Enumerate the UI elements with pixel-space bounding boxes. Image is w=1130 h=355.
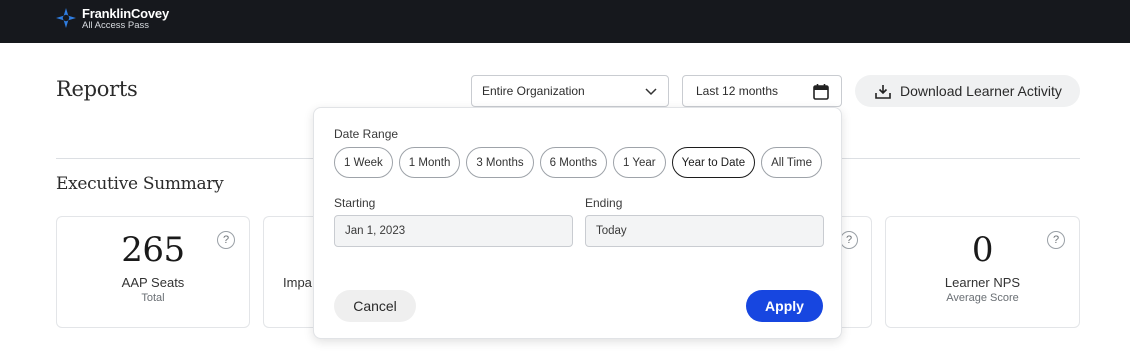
date-range-label: Date Range	[334, 127, 399, 141]
starting-label: Starting	[334, 196, 376, 210]
download-button-label: Download Learner Activity	[900, 83, 1062, 99]
apply-button[interactable]: Apply	[746, 290, 823, 322]
chip-3-months[interactable]: 3 Months	[466, 147, 534, 178]
date-range-chips: 1 Week 1 Month 3 Months 6 Months 1 Year …	[334, 147, 828, 178]
chip-year-to-date[interactable]: Year to Date	[671, 147, 756, 178]
metric-sublabel: Total	[141, 292, 165, 304]
chip-1-week[interactable]: 1 Week	[334, 147, 393, 178]
metric-value: 0	[971, 230, 994, 270]
brand-name: FranklinCovey	[82, 6, 169, 21]
metric-label: AAP Seats	[121, 275, 185, 290]
date-range-popover: Date Range 1 Week 1 Month 3 Months 6 Mon…	[313, 107, 842, 339]
date-range-value: Last 12 months	[696, 84, 779, 98]
ending-date-input[interactable]: Today	[585, 215, 824, 247]
organization-select[interactable]: Entire Organization	[471, 75, 669, 107]
calendar-icon[interactable]	[813, 83, 829, 100]
date-range-field[interactable]: Last 12 months	[682, 75, 842, 107]
franklincovey-logo-icon	[56, 8, 76, 28]
section-title: Executive Summary	[56, 174, 224, 194]
download-icon	[875, 84, 891, 99]
metric-label: Learner NPS	[944, 275, 1021, 290]
metric-card-aap-seats: ? 265 AAP Seats Total	[56, 216, 250, 328]
chip-1-year[interactable]: 1 Year	[612, 147, 666, 178]
organization-select-value: Entire Organization	[482, 84, 585, 98]
starting-date-input[interactable]: Jan 1, 2023	[334, 215, 573, 247]
chip-all-time[interactable]: All Time	[761, 147, 823, 178]
brand-subtitle: All Access Pass	[82, 20, 150, 31]
ending-label: Ending	[585, 196, 623, 210]
help-icon[interactable]: ?	[840, 231, 858, 249]
chip-1-month[interactable]: 1 Month	[398, 147, 461, 178]
metric-card-learner-nps: ? 0 Learner NPS Average Score	[885, 216, 1080, 328]
brand-logo[interactable]: FranklinCovey All Access Pass	[56, 7, 169, 31]
chip-6-months[interactable]: 6 Months	[539, 147, 607, 178]
top-bar: FranklinCovey All Access Pass	[0, 0, 1130, 43]
page-title: Reports	[56, 77, 138, 101]
metric-sublabel: Average Score	[946, 292, 1019, 304]
metric-value: 265	[121, 230, 185, 270]
cancel-button[interactable]: Cancel	[334, 290, 416, 322]
metric-label: Impa	[283, 275, 312, 290]
download-learner-activity-button[interactable]: Download Learner Activity	[855, 75, 1080, 107]
chevron-down-icon	[645, 88, 657, 96]
